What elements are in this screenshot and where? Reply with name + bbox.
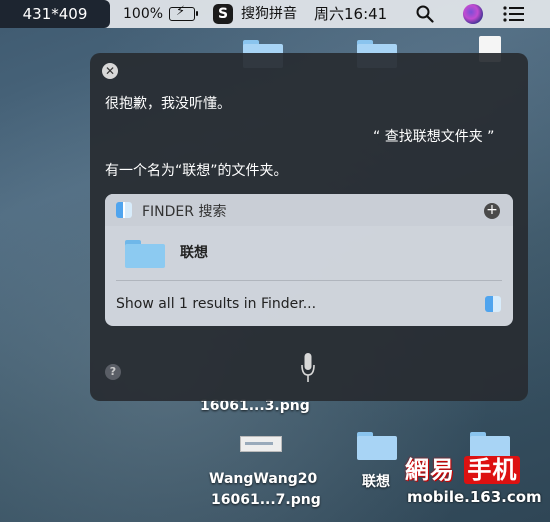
close-icon[interactable]: ✕ bbox=[102, 63, 118, 79]
siri-icon[interactable] bbox=[463, 4, 483, 24]
divider bbox=[116, 280, 502, 281]
watermark: 網易 手机 mobile.163.com bbox=[405, 450, 545, 514]
finder-search-result-card: FINDER 搜索 + 联想 Show all 1 results in Fin… bbox=[105, 194, 513, 326]
result-card-title: FINDER 搜索 bbox=[142, 204, 227, 220]
show-all-in-finder-link[interactable]: Show all 1 results in Finder... bbox=[116, 296, 316, 312]
siri-panel: ✕ 很抱歉，我没听懂。 “ 查找联想文件夹 ” 有一个名为“联想”的文件夹。 F… bbox=[90, 53, 528, 401]
battery-percent[interactable]: 100% bbox=[123, 0, 163, 28]
watermark-brand: 網易 手机 bbox=[405, 450, 521, 485]
dimensions-badge: 431*409 bbox=[0, 0, 110, 28]
desktop-file-label[interactable]: WangWang20 bbox=[209, 471, 317, 487]
desktop-folder-label[interactable]: 联想 bbox=[362, 471, 390, 491]
add-icon[interactable]: + bbox=[484, 203, 500, 219]
finder-icon[interactable] bbox=[485, 296, 501, 312]
finder-icon bbox=[116, 202, 132, 218]
sogou-input-icon[interactable]: S bbox=[213, 4, 233, 24]
help-icon[interactable]: ? bbox=[105, 364, 121, 380]
watermark-brand-a: 網易 bbox=[405, 456, 455, 484]
result-item-label: 联想 bbox=[180, 245, 208, 261]
siri-response-text: 有一个名为“联想”的文件夹。 bbox=[105, 163, 288, 179]
watermark-brand-b: 手机 bbox=[464, 456, 521, 484]
siri-apology-text: 很抱歉，我没听懂。 bbox=[105, 96, 231, 112]
result-card-header: FINDER 搜索 + bbox=[105, 194, 513, 226]
notification-center-icon[interactable] bbox=[503, 6, 525, 22]
desktop-file-label[interactable]: 16061...7.png bbox=[211, 492, 321, 508]
input-method-label[interactable]: 搜狗拼音 bbox=[241, 0, 297, 28]
battery-charging-icon[interactable]: ⚡ bbox=[169, 5, 198, 21]
folder-icon bbox=[125, 240, 165, 268]
desktop-file-thumbnail[interactable] bbox=[240, 436, 282, 452]
result-item-folder[interactable]: 联想 bbox=[105, 226, 513, 280]
desktop-folder-icon[interactable] bbox=[357, 432, 397, 460]
menu-bar: 431*409 100% ⚡ S 搜狗拼音 周六16:41 bbox=[0, 0, 550, 28]
spotlight-search-icon[interactable] bbox=[416, 5, 434, 23]
microphone-icon[interactable] bbox=[301, 353, 315, 383]
watermark-url: mobile.163.com bbox=[407, 488, 542, 506]
menubar-clock[interactable]: 周六16:41 bbox=[314, 0, 387, 28]
user-query-text: “ 查找联想文件夹 ” bbox=[373, 129, 495, 145]
